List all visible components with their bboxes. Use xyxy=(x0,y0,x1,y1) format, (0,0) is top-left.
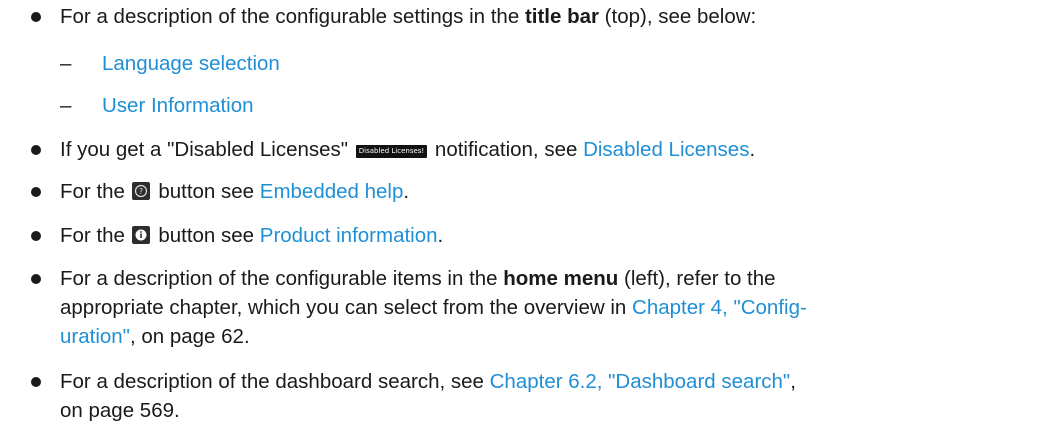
link-chapter-4-configuration[interactable]: Chapter 4, "Config- xyxy=(632,296,807,319)
link-language-selection[interactable]: Language selection xyxy=(102,49,280,78)
link-embedded-help[interactable]: Embedded help xyxy=(260,180,404,203)
bullet-dot xyxy=(31,231,41,241)
link-product-information[interactable]: Product information xyxy=(260,224,438,247)
bold-term: title bar xyxy=(524,5,599,28)
info-icon xyxy=(131,226,150,244)
bullet-dot xyxy=(31,145,41,155)
list-item-text: For a description of the configurable se… xyxy=(60,5,757,28)
bullet-dot xyxy=(31,187,41,197)
bullet-dot xyxy=(31,12,41,22)
help-icon: ? xyxy=(131,182,150,200)
document-body: For a description of the configurable se… xyxy=(0,0,1039,434)
svg-text:?: ? xyxy=(139,187,143,196)
bullet-dot xyxy=(31,377,41,387)
link-user-information[interactable]: User Information xyxy=(102,91,254,120)
bullet-dot xyxy=(31,274,41,284)
link-chapter-6-2-dashboard-search[interactable]: Chapter 6.2, "Dashboard search" xyxy=(490,370,791,393)
disabled-licenses-badge: Disabled Licenses! xyxy=(355,145,428,158)
link-disabled-licenses[interactable]: Disabled Licenses xyxy=(583,138,749,161)
bold-term: home menu xyxy=(503,267,619,290)
link-chapter-4-configuration-cont[interactable]: uration" xyxy=(60,325,130,348)
